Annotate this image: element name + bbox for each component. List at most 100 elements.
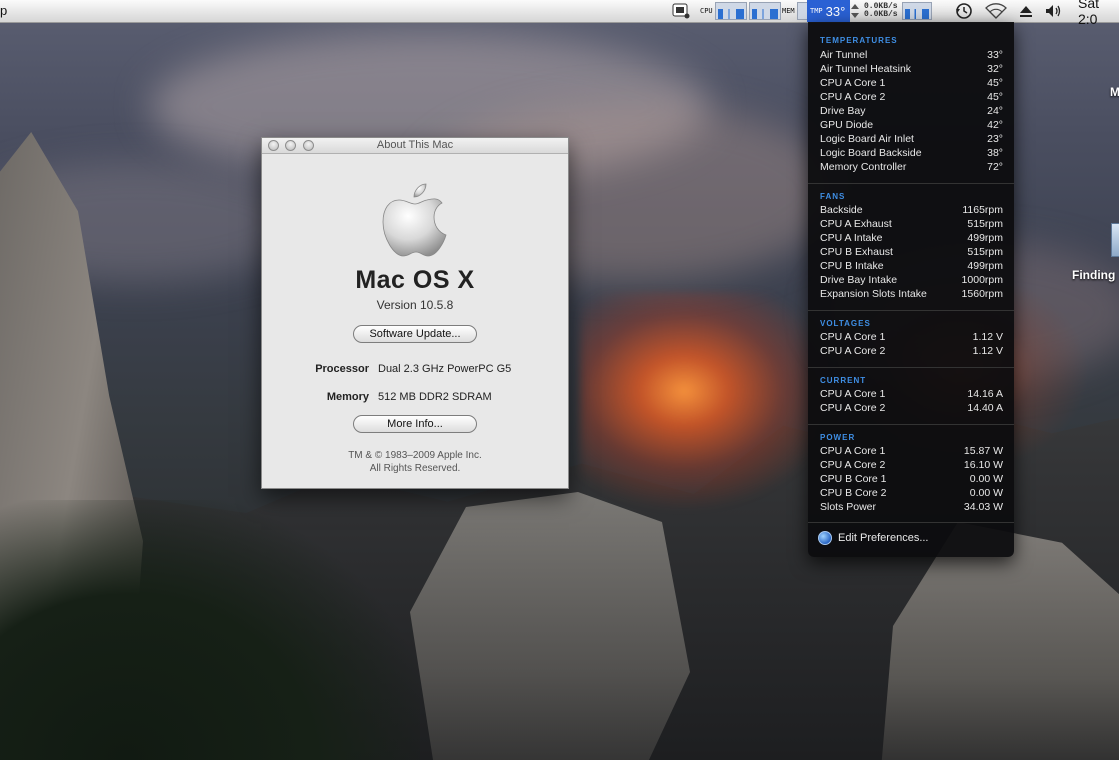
memory-monitor[interactable]: MEM <box>782 0 809 22</box>
sensor-value: 34.03 W <box>963 501 1003 513</box>
sensor-row: CPU A Core 1 14.16 A <box>820 388 1003 402</box>
sensor-row: CPU A Core 1 15.87 W <box>820 445 1003 459</box>
sensor-value: 1165rpm <box>962 204 1003 216</box>
sensor-value: 1.12 V <box>972 345 1003 357</box>
sensor-name: CPU A Core 1 <box>820 77 886 89</box>
menu-clock[interactable]: Sat 2:0 <box>1078 0 1119 27</box>
sensor-value: 45° <box>987 91 1003 103</box>
sensor-value: 515rpm <box>967 246 1003 258</box>
sensor-value: 33° <box>987 49 1003 61</box>
sensor-name: CPU B Exhaust <box>820 246 893 258</box>
rights-text: All Rights Reserved. <box>369 463 461 474</box>
edit-preferences-label: Edit Preferences... <box>838 532 929 544</box>
sensor-value: 1.12 V <box>972 331 1003 343</box>
tmp-label: TMP <box>810 6 823 15</box>
sensor-name: CPU A Core 2 <box>820 402 886 414</box>
os-version[interactable]: Version 10.5.8 <box>262 298 568 312</box>
screen-sharing-icon[interactable] <box>672 0 690 22</box>
desktop-icon-label[interactable]: Finding <box>1072 268 1115 282</box>
section-title-current: CURRENT <box>820 376 867 385</box>
temperature-menu-extra[interactable]: TMP 33° <box>807 0 851 22</box>
section-title-temperatures: TEMPERATURES <box>820 36 898 45</box>
cpu-graph <box>748 2 781 20</box>
sensor-row: CPU A Core 1 1.12 V <box>820 331 1003 345</box>
volume-icon[interactable] <box>1045 0 1063 22</box>
sensor-row: CPU A Core 2 1.12 V <box>820 345 1003 359</box>
sensor-name: Logic Board Air Inlet <box>820 133 914 145</box>
edit-preferences-item[interactable]: Edit Preferences... <box>818 531 929 545</box>
sensor-name: CPU B Core 2 <box>820 487 887 499</box>
sensor-value: 0.00 W <box>969 487 1003 499</box>
menu-fragment[interactable]: p <box>0 3 7 18</box>
sensor-name: Slots Power <box>820 501 877 513</box>
menu-separator <box>808 367 1014 368</box>
menu-separator <box>808 522 1014 523</box>
sensor-row: CPU A Exhaust 515rpm <box>820 218 1003 232</box>
sensor-name: CPU A Core 2 <box>820 459 886 471</box>
wallpaper-trees <box>0 500 420 760</box>
document-icon[interactable] <box>1111 223 1119 257</box>
temperature-value: 33° <box>825 3 846 19</box>
os-name: Mac OS X <box>355 266 475 294</box>
sensor-name: CPU A Core 1 <box>820 445 886 457</box>
section-title-power: POWER <box>820 433 856 442</box>
sensor-name: CPU A Core 2 <box>820 91 886 103</box>
network-monitor[interactable]: 0.0KB/s 0.0KB/s <box>850 0 932 22</box>
sensor-row: Slots Power 34.03 W <box>820 501 1003 515</box>
more-info-button[interactable]: More Info... <box>353 415 477 433</box>
eject-icon[interactable] <box>1019 0 1033 22</box>
sensor-value: 38° <box>987 147 1003 159</box>
sensor-value: 32° <box>987 63 1003 75</box>
time-machine-icon[interactable] <box>955 0 973 22</box>
sensor-name: Air Tunnel <box>820 49 868 61</box>
sensor-name: Expansion Slots Intake <box>820 288 927 300</box>
about-this-mac-window: About This Mac Mac OS X Version 10.5.8 S… <box>261 137 569 489</box>
network-arrows-icon <box>851 4 859 18</box>
sensor-value: 72° <box>987 161 1003 173</box>
sensor-value: 499rpm <box>967 232 1003 244</box>
globe-icon <box>818 531 832 545</box>
wifi-icon[interactable] <box>985 0 1007 22</box>
sensor-name: CPU A Core 1 <box>820 388 886 400</box>
sensor-value: 14.16 A <box>967 388 1003 400</box>
sensor-row: Memory Controller 72° <box>820 161 1003 175</box>
wallpaper-fire <box>580 292 840 512</box>
copyright-text: TM & © 1983–2009 Apple Inc. <box>348 450 482 461</box>
sensor-row: Expansion Slots Intake 1560rpm <box>820 288 1003 302</box>
sensor-row: CPU A Core 2 14.40 A <box>820 402 1003 416</box>
processor-label: Processor <box>315 363 369 375</box>
sensor-value: 499rpm <box>967 260 1003 272</box>
sensor-value: 0.00 W <box>969 473 1003 485</box>
section-title-fans: FANS <box>820 192 846 201</box>
sensor-row: Backside 1165rpm <box>820 204 1003 218</box>
desktop-icon-label[interactable]: M <box>1110 85 1119 99</box>
sensor-row: CPU B Core 1 0.00 W <box>820 473 1003 487</box>
software-update-button[interactable]: Software Update... <box>353 325 477 343</box>
sensor-name: CPU B Intake <box>820 260 884 272</box>
sensor-name: Backside <box>820 204 863 216</box>
sensor-row: CPU A Core 1 45° <box>820 77 1003 91</box>
sensor-row: Drive Bay Intake 1000rpm <box>820 274 1003 288</box>
sensor-name: Drive Bay <box>820 105 866 117</box>
sensor-value: 515rpm <box>967 218 1003 230</box>
cpu-monitor[interactable]: CPU <box>700 0 781 22</box>
sensor-name: GPU Diode <box>820 119 874 131</box>
sensor-name: Air Tunnel Heatsink <box>820 63 912 75</box>
sensor-row: Drive Bay 24° <box>820 105 1003 119</box>
sensor-value: 1000rpm <box>961 274 1003 286</box>
memory-label: Memory <box>326 391 369 403</box>
temperature-menu: TEMPERATURES Air Tunnel 33° Air Tunnel Hea… <box>808 22 1014 557</box>
sensor-value: 42° <box>987 119 1003 131</box>
sensor-name: Drive Bay Intake <box>820 274 898 286</box>
menu-separator <box>808 310 1014 311</box>
sensor-row: CPU A Core 2 45° <box>820 91 1003 105</box>
window-titlebar[interactable]: About This Mac <box>262 138 568 154</box>
cpu-graph <box>714 2 747 20</box>
sensor-value: 23° <box>987 133 1003 145</box>
sensor-name: CPU A Exhaust <box>820 218 892 230</box>
sensor-name: CPU B Core 1 <box>820 473 887 485</box>
menu-bar: p CPU MEM TMP 33° 0.0KB/s 0.0KB/s Sat 2:… <box>0 0 1119 27</box>
sensor-row: GPU Diode 42° <box>820 119 1003 133</box>
window-title: About This Mac <box>376 139 454 151</box>
apple-logo-icon <box>382 183 447 257</box>
